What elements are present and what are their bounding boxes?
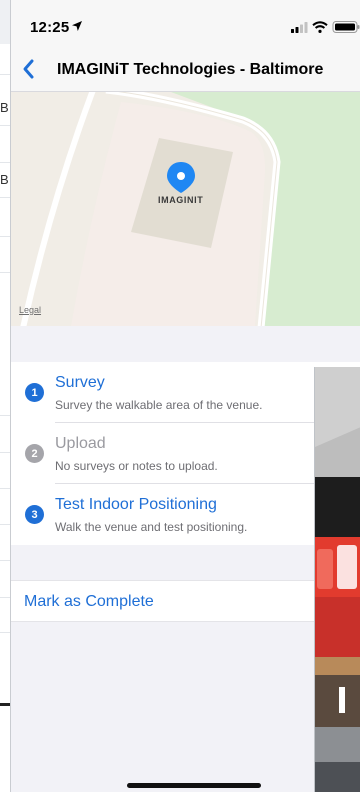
home-indicator[interactable] <box>127 783 261 788</box>
step-number-badge: 3 <box>25 505 44 524</box>
step-number-badge: 1 <box>25 383 44 402</box>
step-test-indoor-positioning[interactable]: 3 Test Indoor Positioning Walk the venue… <box>11 484 360 545</box>
step-upload: 2 Upload No surveys or notes to upload. <box>11 423 360 484</box>
screen: B B 12:25 IMAGINiT Technologies - Baltim… <box>0 0 360 792</box>
steps-list: 1 Survey Survey the walkable area of the… <box>11 362 360 545</box>
mark-complete-label: Mark as Complete <box>24 593 154 610</box>
step-title: Survey <box>55 374 105 391</box>
venue-map[interactable]: IMAGINIT Legal <box>11 92 360 326</box>
store-photo-image <box>315 367 360 792</box>
back-button[interactable] <box>15 54 45 84</box>
background-letter: B <box>0 100 9 115</box>
step-title: Upload <box>55 435 106 452</box>
map-legal-link[interactable]: Legal <box>19 305 41 315</box>
mark-complete-button[interactable]: Mark as Complete <box>11 580 360 622</box>
signal-icon <box>291 22 308 33</box>
phone-screen: 12:25 IMAGINiT Technologies - Baltimore … <box>10 0 360 792</box>
page-title: IMAGINiT Technologies - Baltimore <box>57 61 324 78</box>
status-bar: 12:25 <box>11 0 360 46</box>
status-icons <box>291 21 360 33</box>
navigation-bar: IMAGINiT Technologies - Baltimore <box>11 46 360 92</box>
battery-icon <box>332 21 360 33</box>
step-title: Test Indoor Positioning <box>55 496 217 513</box>
background-photo <box>314 367 360 792</box>
map-pin-label: IMAGINIT <box>158 195 204 205</box>
section-spacer <box>11 326 360 362</box>
background-letter: B <box>0 172 9 187</box>
step-survey[interactable]: 1 Survey Survey the walkable area of the… <box>11 362 360 423</box>
step-number-badge: 2 <box>25 444 44 463</box>
status-time: 12:25 <box>30 19 70 36</box>
step-subtitle: Walk the venue and test positioning. <box>55 520 248 534</box>
map-canvas <box>20 92 360 326</box>
step-subtitle: No surveys or notes to upload. <box>55 459 218 473</box>
location-arrow-icon <box>72 21 82 31</box>
step-subtitle: Survey the walkable area of the venue. <box>55 398 263 412</box>
wifi-icon <box>312 21 328 33</box>
chevron-left-icon <box>23 59 34 79</box>
